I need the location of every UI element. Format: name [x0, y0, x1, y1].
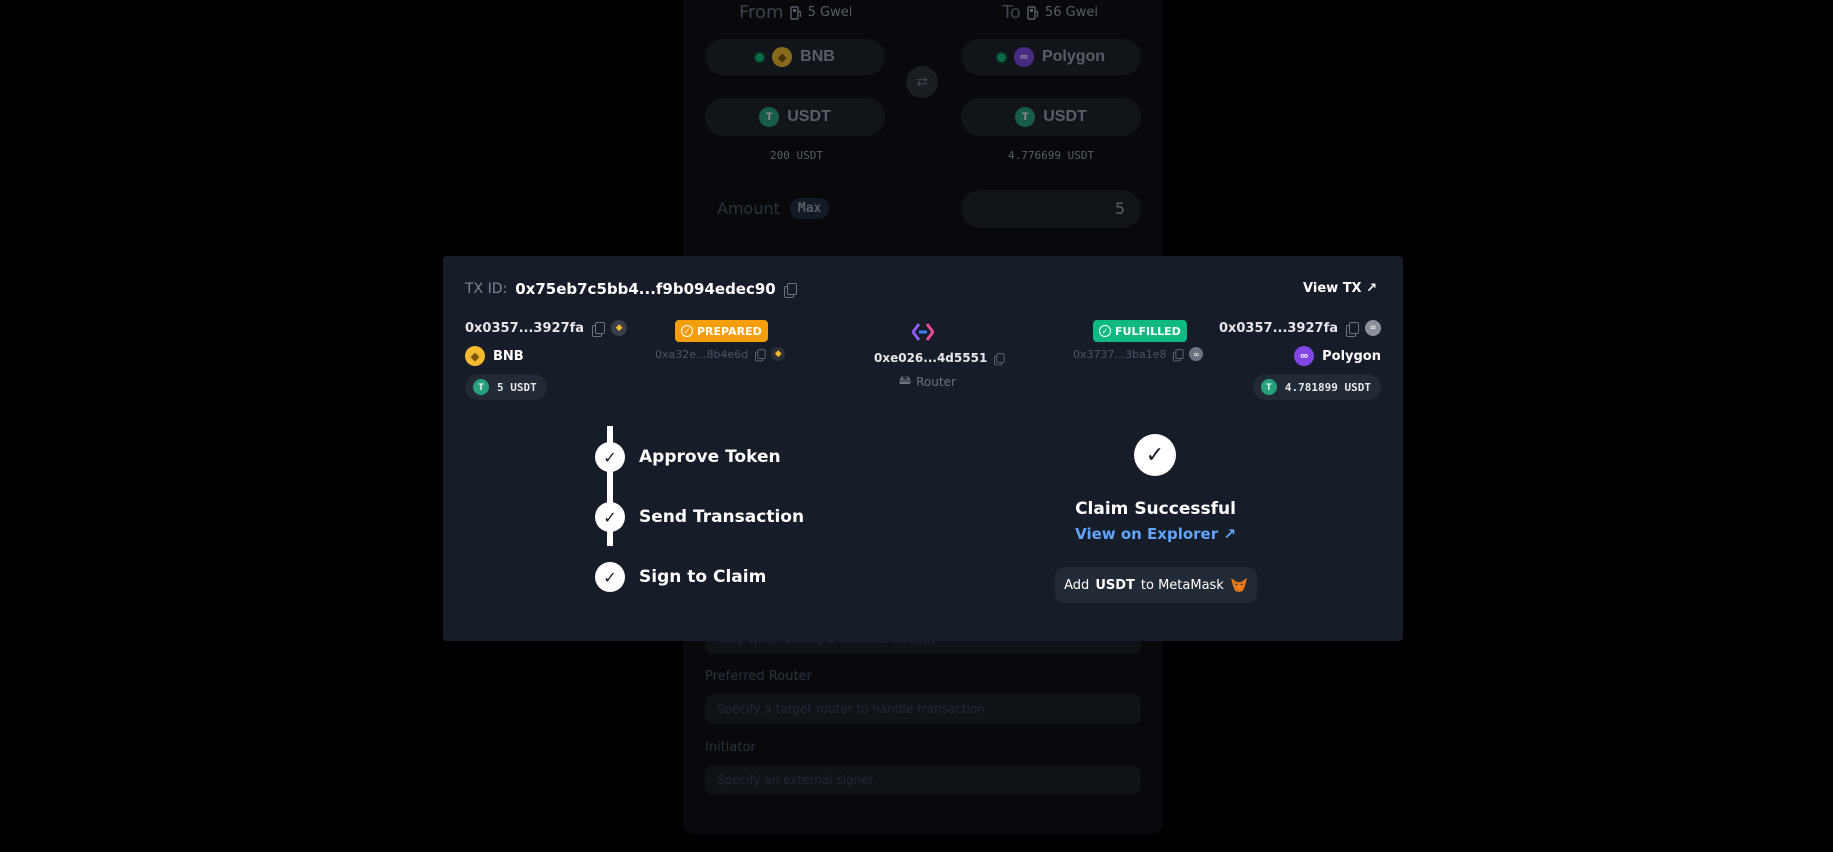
- txid-value: 0x75eb7c5bb4...f9b094edec90: [515, 280, 776, 298]
- prepared-label: PREPARED: [697, 324, 762, 338]
- polygon-icon: ∞: [1013, 47, 1034, 67]
- metamask-suffix: to MetaMask: [1140, 577, 1224, 593]
- copy-icon[interactable]: [783, 282, 797, 298]
- usdt-icon: T: [473, 379, 489, 395]
- fulfilled-tx: 0x3737...3ba1e8: [1073, 347, 1167, 361]
- receiver-amount-value: 4.781899 USDT: [1284, 380, 1371, 394]
- copy-icon[interactable]: [994, 352, 1005, 365]
- receiver-address: 0x0357...3927fa: [1218, 320, 1338, 336]
- from-token-select[interactable]: T USDT: [705, 98, 885, 136]
- polygon-icon: ∞: [1294, 346, 1315, 366]
- initiator-input[interactable]: Specify an external signer: [705, 765, 1141, 795]
- polygon-explorer-icon[interactable]: ∞: [1189, 347, 1204, 361]
- to-label: To: [1002, 2, 1021, 23]
- fulfilled-tx-row: 0x3737...3ba1e8 ∞: [1073, 347, 1204, 361]
- router-label: Preferred Router: [705, 669, 812, 684]
- check-icon: ✓: [681, 325, 693, 337]
- max-button[interactable]: Max: [789, 198, 830, 219]
- step-claim: ✓ Sign to Claim: [595, 562, 766, 592]
- fulfilled-badge: ✓ FULFILLED: [1093, 320, 1187, 342]
- usdt-icon: T: [1260, 379, 1277, 395]
- status-dot: [755, 52, 765, 62]
- from-gas-row: From 5 Gwei: [739, 2, 852, 23]
- check-icon: ✓: [595, 502, 625, 532]
- amount-row: Amount Max: [717, 198, 830, 219]
- from-token-label: USDT: [787, 108, 831, 125]
- bnb-explorer-icon[interactable]: ◆: [771, 347, 786, 361]
- initiator-label: Initiator: [705, 740, 756, 755]
- copy-icon[interactable]: [1346, 321, 1359, 337]
- transaction-modal: TX ID: 0x75eb7c5bb4...f9b094edec90 View …: [443, 256, 1403, 641]
- receiver-address-row: 0x0357...3927fa ∞: [1218, 320, 1381, 337]
- prepared-tx-row: 0xa32e...8b4e6d ◆: [655, 347, 786, 361]
- add-to-metamask-button[interactable]: Add USDT to MetaMask: [1055, 567, 1257, 603]
- step-approve: ✓ Approve Token: [595, 442, 781, 472]
- receiver-chain-row: ∞ Polygon: [1294, 346, 1381, 366]
- claim-title: Claim Successful: [1075, 499, 1236, 519]
- to-balance: 4.776699 USDT: [1008, 149, 1095, 162]
- bnb-icon: ◆: [772, 47, 793, 67]
- to-chain-label: Polygon: [1041, 48, 1106, 65]
- router-icon: 🖴: [899, 373, 912, 387]
- from-chain-select[interactable]: ◆ BNB: [705, 39, 885, 75]
- fulfilled-label: FULFILLED: [1115, 324, 1181, 338]
- amount-label: Amount: [717, 199, 780, 218]
- metamask-token: USDT: [1095, 577, 1135, 593]
- sender-address-row: 0x0357...3927fa ◆: [465, 320, 628, 337]
- status-dot: [996, 52, 1006, 62]
- receiver-amount: T 4.781899 USDT: [1252, 374, 1381, 400]
- to-token-select[interactable]: T USDT: [961, 98, 1141, 136]
- txid-row: TX ID: 0x75eb7c5bb4...f9b094edec90: [465, 280, 797, 298]
- to-gas-row: To 56 Gwei: [1002, 2, 1098, 23]
- router-address-row: 0xe026...4d5551: [874, 351, 1005, 365]
- router-address: 0xe026...4d5551: [874, 351, 988, 365]
- view-on-explorer-link[interactable]: View on Explorer ↗: [1023, 525, 1288, 543]
- sender-chain: BNB: [493, 348, 524, 364]
- step-label: Approve Token: [639, 447, 781, 467]
- amount-output: 5: [961, 190, 1141, 228]
- router-label: Router: [916, 374, 956, 389]
- copy-icon[interactable]: [592, 321, 606, 337]
- polygon-explorer-icon[interactable]: ∞: [1365, 320, 1381, 336]
- usdt-icon: T: [759, 107, 780, 127]
- copy-icon[interactable]: [1173, 348, 1184, 361]
- bnb-icon: ◆: [465, 346, 485, 366]
- metamask-prefix: Add: [1064, 577, 1090, 593]
- view-tx-link[interactable]: View TX ↗: [1303, 281, 1377, 296]
- sender-chain-row: ◆ BNB: [465, 346, 524, 366]
- step-label: Send Transaction: [639, 507, 805, 527]
- check-icon: ✓: [1099, 325, 1111, 337]
- txid-label: TX ID:: [465, 281, 508, 297]
- from-gas-value: 5 Gwei: [807, 5, 853, 20]
- connext-logo-icon: [912, 323, 934, 341]
- usdt-icon: T: [1015, 107, 1036, 127]
- receiver-chain: Polygon: [1322, 348, 1381, 364]
- gas-pump-icon: [1027, 5, 1039, 20]
- to-gas-value: 56 Gwei: [1044, 5, 1098, 20]
- router-label-row: 🖴 Router: [899, 371, 956, 392]
- check-icon: ✓: [595, 562, 625, 592]
- prepared-tx: 0xa32e...8b4e6d: [655, 347, 749, 361]
- from-balance: 200 USDT: [770, 149, 823, 162]
- sender-address: 0x0357...3927fa: [465, 320, 585, 336]
- bnb-explorer-icon[interactable]: ◆: [611, 320, 628, 336]
- gas-pump-icon: [789, 5, 801, 20]
- swap-icon[interactable]: ⇄: [906, 66, 938, 98]
- check-icon: ✓: [595, 442, 625, 472]
- success-check-icon: ✓: [1134, 434, 1176, 476]
- sender-amount-value: 5 USDT: [497, 380, 537, 394]
- step-send: ✓ Send Transaction: [595, 502, 804, 532]
- sender-amount: T 5 USDT: [465, 374, 547, 400]
- to-token-label: USDT: [1043, 108, 1087, 125]
- metamask-fox-icon: [1230, 578, 1247, 592]
- from-chain-label: BNB: [800, 48, 835, 65]
- to-chain-select[interactable]: ∞ Polygon: [961, 39, 1141, 75]
- from-label: From: [739, 2, 784, 23]
- step-label: Sign to Claim: [639, 567, 767, 587]
- router-input[interactable]: Specify a target router to handle transa…: [705, 694, 1141, 724]
- copy-icon[interactable]: [755, 348, 766, 361]
- prepared-badge: ✓ PREPARED: [675, 320, 768, 342]
